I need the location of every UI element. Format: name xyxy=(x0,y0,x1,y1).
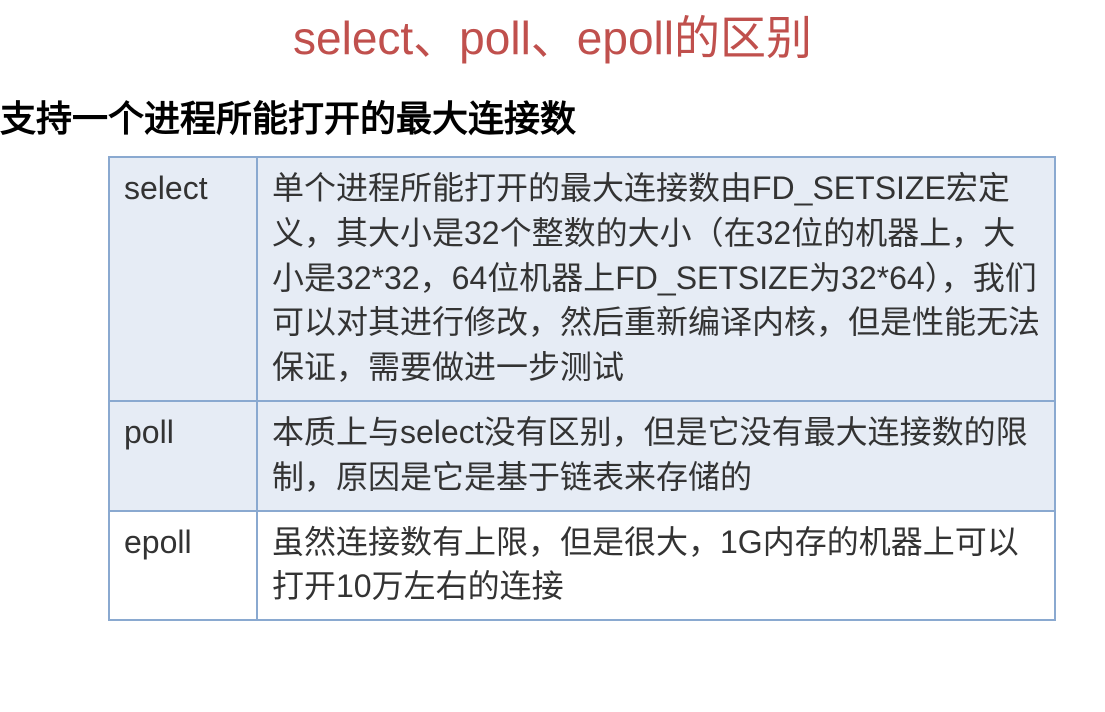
table-container: select 单个进程所能打开的最大连接数由FD_SETSIZE宏定义，其大小是… xyxy=(0,156,1105,621)
comparison-table: select 单个进程所能打开的最大连接数由FD_SETSIZE宏定义，其大小是… xyxy=(108,156,1056,621)
table-row: select 单个进程所能打开的最大连接数由FD_SETSIZE宏定义，其大小是… xyxy=(109,157,1055,401)
row-label: select xyxy=(109,157,257,401)
table-row: epoll 虽然连接数有上限，但是很大，1G内存的机器上可以打开10万左右的连接 xyxy=(109,511,1055,621)
row-desc: 虽然连接数有上限，但是很大，1G内存的机器上可以打开10万左右的连接 xyxy=(257,511,1055,621)
row-label: poll xyxy=(109,401,257,511)
page-title: select、poll、epoll的区别 xyxy=(0,0,1105,90)
section-subtitle: 支持一个进程所能打开的最大连接数 xyxy=(0,90,1105,156)
row-label: epoll xyxy=(109,511,257,621)
row-desc: 单个进程所能打开的最大连接数由FD_SETSIZE宏定义，其大小是32个整数的大… xyxy=(257,157,1055,401)
table-row: poll 本质上与select没有区别，但是它没有最大连接数的限制，原因是它是基… xyxy=(109,401,1055,511)
row-desc: 本质上与select没有区别，但是它没有最大连接数的限制，原因是它是基于链表来存… xyxy=(257,401,1055,511)
